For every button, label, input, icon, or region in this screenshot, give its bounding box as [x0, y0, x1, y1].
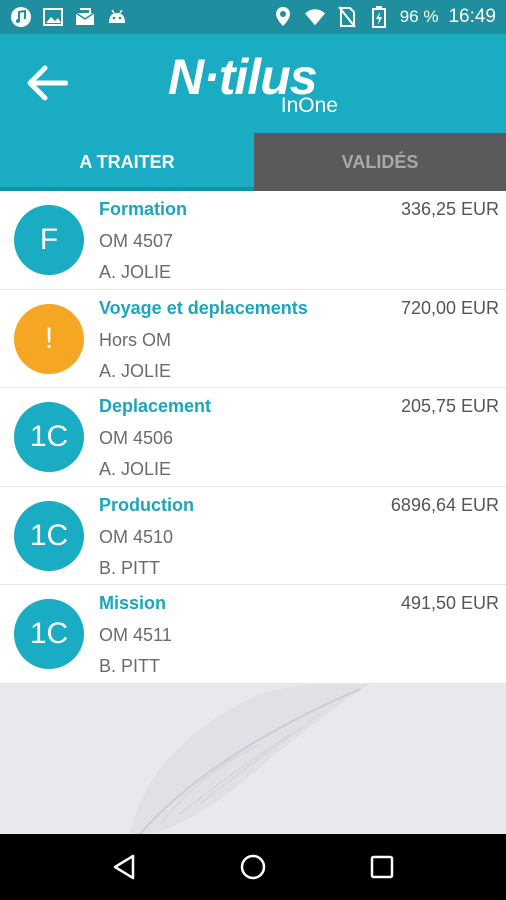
music-app-icon — [10, 6, 32, 28]
app-header: N·tilus InOne — [0, 34, 506, 133]
status-bar: 96 % 16:49 — [0, 0, 506, 34]
item-reference: OM 4507 — [99, 231, 174, 251]
battery-percent: 96 % — [399, 7, 439, 26]
feather-watermark — [130, 684, 370, 834]
battery-charging-icon — [368, 6, 390, 28]
avatar: 1C — [14, 402, 84, 472]
triangle-back-icon — [114, 854, 135, 880]
item-amount: 720,00 EUR — [400, 297, 499, 318]
item-person: B. PITT — [99, 557, 161, 578]
item-amount: 491,50 EUR — [400, 593, 499, 613]
avatar: ! — [14, 303, 84, 374]
item-amount: 6896,64 EUR — [390, 494, 499, 515]
nav-back-button[interactable] — [104, 847, 144, 887]
item-reference: OM 4510 — [99, 526, 174, 547]
item-person: B. PITT — [99, 656, 161, 676]
tab-bar: A TRAITER VALIDÉS — [0, 133, 506, 191]
android-icon — [106, 6, 128, 28]
app-logo: N·tilus InOne — [168, 48, 348, 124]
tab-a-traiter[interactable]: A TRAITER — [0, 133, 254, 191]
list-item[interactable]: 1C Deplacement OM 4506 A. JOLIE 205,75 E… — [0, 388, 506, 487]
avatar: 1C — [14, 500, 84, 571]
system-nav-bar — [0, 834, 506, 900]
logo-sub-text: InOne — [280, 94, 338, 117]
avatar: 1C — [14, 599, 84, 669]
item-title: Voyage et deplacements — [99, 297, 308, 318]
clock: 16:49 — [448, 6, 496, 27]
item-amount: 205,75 EUR — [400, 396, 499, 416]
item-reference: OM 4511 — [99, 625, 172, 645]
list-item[interactable]: 1C Mission OM 4511 B. PITT 491,50 EUR — [0, 585, 506, 684]
arrow-left-icon — [27, 65, 68, 101]
list-item[interactable]: ! Voyage et deplacements Hors OM A. JOLI… — [0, 290, 506, 388]
item-reference: OM 4506 — [99, 428, 174, 448]
nav-recents-button[interactable] — [362, 847, 402, 887]
location-icon — [272, 6, 294, 28]
item-person: A. JOLIE — [99, 459, 172, 479]
item-title: Formation — [99, 199, 187, 219]
avatar: F — [14, 205, 84, 275]
mail-icon — [74, 6, 96, 28]
list-item[interactable]: F Formation OM 4507 A. JOLIE 336,25 EUR — [0, 191, 506, 290]
item-reference: Hors OM — [99, 329, 171, 350]
circle-home-icon — [240, 854, 266, 880]
back-button[interactable] — [22, 58, 72, 108]
wifi-icon — [304, 6, 326, 28]
tab-valides[interactable]: VALIDÉS — [254, 133, 506, 191]
item-person: A. JOLIE — [99, 262, 172, 282]
list-item[interactable]: 1C Production OM 4510 B. PITT 6896,64 EU… — [0, 487, 506, 585]
nav-home-button[interactable] — [233, 847, 273, 887]
item-title: Deplacement — [99, 396, 212, 416]
item-person: A. JOLIE — [99, 360, 172, 381]
image-icon — [42, 6, 64, 28]
square-recents-icon — [370, 855, 393, 879]
expense-list: F Formation OM 4507 A. JOLIE 336,25 EUR … — [0, 191, 506, 684]
item-title: Production — [99, 494, 194, 515]
item-title: Mission — [99, 593, 167, 613]
item-amount: 336,25 EUR — [400, 199, 499, 219]
no-sim-icon — [336, 6, 358, 28]
